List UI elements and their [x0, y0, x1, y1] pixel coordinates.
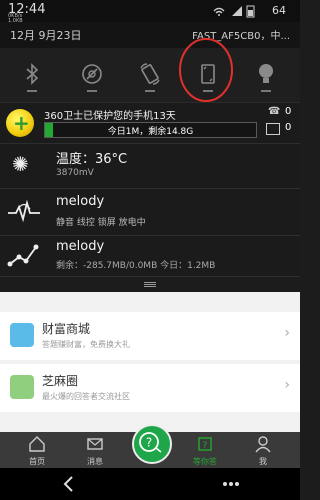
- melody-status-text: 静音 线控 锁屏 放电中: [56, 218, 146, 228]
- network-name[interactable]: FAST_AF5CB0，中...: [192, 27, 290, 42]
- signal-icon: [232, 6, 242, 16]
- system-nav: [0, 468, 300, 500]
- notification-melody-status[interactable]: melody 静音 线控 锁屏 放电中: [0, 189, 300, 236]
- status-bar: 12:44 0KB/s 1.0KB 64: [0, 0, 300, 24]
- rotation-toggle[interactable]: [136, 60, 164, 92]
- flashlight-icon: [259, 64, 273, 83]
- battery-level: 64: [272, 4, 286, 17]
- person-icon: [255, 436, 271, 453]
- home-icon: [29, 436, 45, 452]
- calls-count: 0: [285, 106, 292, 117]
- more-icon[interactable]: [222, 480, 240, 488]
- data-usage-bar: 今日1M，剩余14.8G: [44, 122, 257, 138]
- screenshot-toggle[interactable]: [194, 60, 222, 92]
- temperature-text: 温度：36°C: [56, 152, 128, 167]
- nav-messages[interactable]: 消息: [70, 432, 120, 468]
- flashlight-toggle[interactable]: [252, 60, 280, 92]
- shade-drag-handle[interactable]: [0, 277, 300, 291]
- phone-icon: ☎: [268, 106, 281, 117]
- trend-icon: [7, 244, 39, 267]
- wifi-icon: [213, 7, 225, 12]
- question-icon: ?: [198, 437, 212, 451]
- quick-toggles: [0, 48, 300, 103]
- shade-header: 12月 9月23日 FAST_AF5CB0，中...: [0, 22, 300, 48]
- community-icon: [10, 375, 34, 399]
- voltage-text: 3870mV: [56, 168, 94, 178]
- date-label: 12月 9月23日: [10, 29, 82, 42]
- melody-title: melody: [56, 239, 105, 254]
- card-subtitle: 答题赚财富，免费换大礼: [42, 340, 130, 349]
- nav-label: 我: [259, 457, 267, 466]
- chevron-right-icon: ›: [284, 377, 290, 393]
- app-content: 财富商城 答题赚财富，免费换大礼 › 芝麻圈 最火爆的回答者交流社区 ›: [0, 292, 300, 432]
- bluetooth-icon: [26, 63, 39, 85]
- bluetooth-toggle[interactable]: [18, 60, 46, 92]
- sms-count: 0: [285, 122, 292, 133]
- plus-icon: +: [13, 111, 30, 135]
- notification-temperature[interactable]: ✺ 温度：36°C 3870mV: [0, 144, 300, 189]
- location-icon: [82, 64, 102, 84]
- chevron-right-icon: ›: [284, 325, 290, 341]
- nav-label: 等你答: [193, 457, 217, 466]
- notification-360-security[interactable]: + 360卫士已保护您的手机13天 今日1M，剩余14.8G ☎ 0 0: [0, 103, 300, 144]
- ask-question-button[interactable]: ?: [132, 424, 172, 464]
- notification-melody-data[interactable]: melody 剩余：-285.7MB/0.0MB 今日：1.2MB: [0, 236, 300, 277]
- chat-bubble-icon: ?: [139, 432, 162, 453]
- nav-label: 消息: [87, 457, 103, 466]
- nav-me[interactable]: 我: [238, 432, 288, 468]
- screenshot-icon: [201, 64, 215, 84]
- nav-answer[interactable]: ? 等你答: [180, 432, 230, 468]
- heartbeat-icon: [8, 199, 40, 223]
- back-icon[interactable]: [62, 475, 74, 493]
- card-subtitle: 最火爆的回答者交流社区: [42, 392, 130, 401]
- card-title: 财富商城: [42, 322, 91, 336]
- status-icons: [213, 5, 255, 18]
- sun-icon: ✺: [12, 152, 29, 176]
- melody-data-text: 剩余：-285.7MB/0.0MB 今日：1.2MB: [56, 261, 216, 271]
- card-sesame-circle[interactable]: 芝麻圈 最火爆的回答者交流社区 ›: [0, 364, 300, 412]
- card-wealth-mall[interactable]: 财富商城 答题赚财富，免费换大礼 ›: [0, 312, 300, 360]
- card-title: 芝麻圈: [42, 374, 79, 388]
- nav-home[interactable]: 首页: [12, 432, 62, 468]
- melody-title: melody: [56, 194, 105, 209]
- location-toggle[interactable]: [78, 60, 106, 92]
- gift-icon: [10, 323, 34, 347]
- message-icon: [266, 123, 280, 135]
- notification-title: 360卫士已保护您的手机13天: [44, 111, 176, 122]
- data-usage-text: 今日1M，剩余14.8G: [107, 127, 194, 137]
- svg-text:?: ?: [146, 436, 152, 450]
- svg-text:?: ?: [203, 441, 208, 451]
- nav-label: 首页: [29, 457, 45, 466]
- rotation-icon: [140, 63, 160, 85]
- mail-icon: [87, 438, 103, 450]
